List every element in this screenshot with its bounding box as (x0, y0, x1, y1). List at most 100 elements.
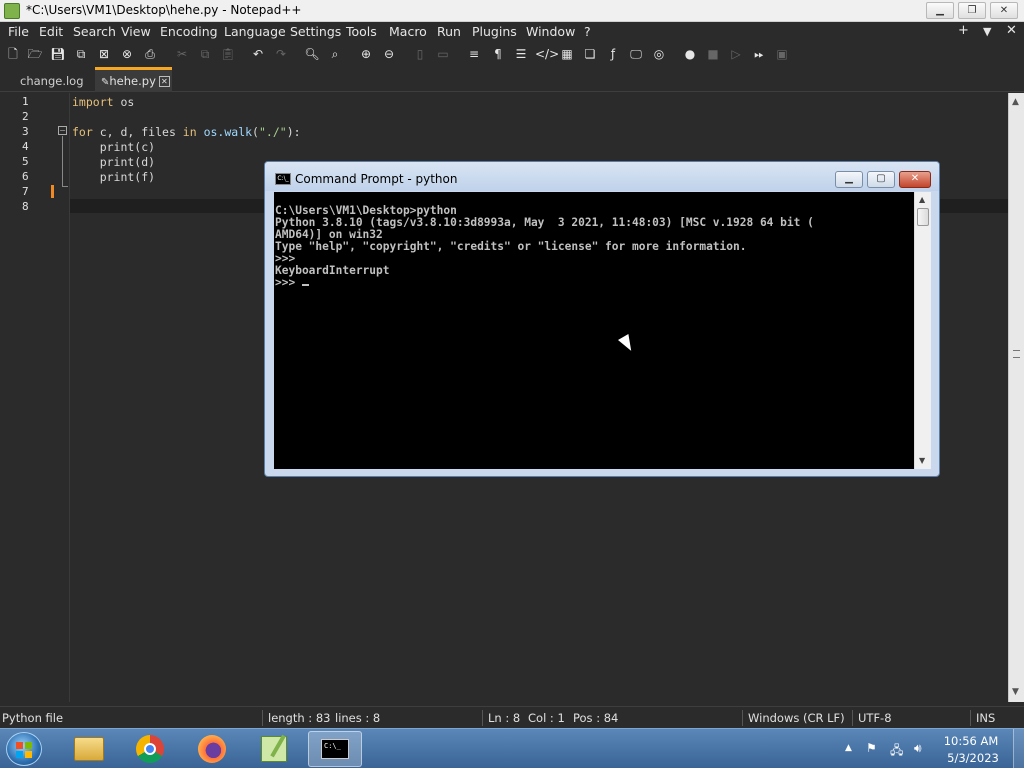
save-icon[interactable]: 💾︎ (49, 45, 67, 63)
menu-run[interactable]: Run (437, 24, 461, 39)
new-tab-button[interactable]: + (958, 23, 969, 38)
redo-icon[interactable]: ↷ (272, 45, 290, 63)
paste-icon[interactable]: 📋︎ (219, 45, 237, 63)
code-line: print(f) (72, 170, 156, 184)
new-file-icon[interactable]: 🗋 (4, 45, 22, 63)
menu-encoding[interactable]: Encoding (160, 24, 218, 39)
menu-plugins[interactable]: Plugins (472, 24, 517, 39)
code-line: for c, d, files in os.walk("./"): (72, 125, 301, 139)
tab-change-log[interactable]: change.log✕ (14, 70, 94, 109)
scroll-up-icon[interactable]: ▲ (919, 195, 925, 204)
save-all-icon[interactable]: ⧉ (72, 45, 90, 63)
indent-guide-icon[interactable]: ☰ (512, 45, 530, 63)
language-xml-icon[interactable]: </> (535, 45, 559, 63)
taskbar-firefox[interactable] (186, 731, 240, 767)
network-icon[interactable]: 🖧︎ (890, 741, 903, 762)
clock-date[interactable]: 5/3/2023 (938, 751, 1008, 765)
volume-icon[interactable]: 🔊︎ (914, 741, 922, 756)
zoom-in-icon[interactable]: ⊕ (357, 45, 375, 63)
print-icon[interactable]: ⎙ (141, 45, 159, 63)
menu-file[interactable]: File (8, 24, 29, 39)
taskbar-chrome[interactable] (124, 731, 178, 767)
replace-icon[interactable]: ⌕ (326, 45, 344, 63)
undo-icon[interactable]: ↶ (249, 45, 267, 63)
open-file-icon[interactable]: 🗁 (26, 45, 44, 63)
show-hidden-icons-icon[interactable]: ▲ (845, 743, 852, 753)
monitoring-icon[interactable]: ◎ (650, 45, 668, 63)
status-col: Col : 1 (528, 711, 565, 725)
find-icon[interactable]: 🔍︎ (303, 45, 321, 63)
taskbar-command-prompt[interactable]: C:\_ (308, 731, 362, 767)
command-prompt-title-bar[interactable]: C:\_ Command Prompt - python ▁ ▢ ✕ (265, 162, 939, 191)
playback-macro-icon[interactable]: ▷ (727, 45, 745, 63)
record-macro-icon[interactable]: ● (681, 45, 699, 63)
menu-language[interactable]: Language (224, 24, 286, 39)
run-macro-multiple-icon[interactable]: ⏩︎ (750, 45, 768, 63)
console-output[interactable]: C:\Users\VM1\Desktop>python Python 3.8.1… (274, 192, 914, 469)
menu-tools[interactable]: Tools (346, 24, 377, 39)
menu-edit[interactable]: Edit (39, 24, 63, 39)
windows-logo-icon (16, 742, 23, 749)
clock-time[interactable]: 10:56 AM (936, 734, 1006, 748)
cmd-maximize-button[interactable]: ▢ (867, 171, 895, 188)
tab-hehe-py[interactable]: ✎hehe.py ✕ (95, 67, 172, 92)
close-document-button[interactable]: ✕ (1006, 23, 1017, 38)
folder-as-workspace-icon[interactable]: 🖵︎ (627, 45, 645, 63)
line-number: 5 (22, 155, 29, 168)
action-center-flag-icon[interactable]: ⚑ (866, 741, 877, 755)
show-all-characters-icon[interactable]: ¶ (489, 45, 507, 63)
show-desktop-button[interactable] (1013, 729, 1024, 768)
document-map-icon[interactable]: ▦ (558, 45, 576, 63)
status-encoding: UTF-8 (858, 711, 892, 725)
menu-view[interactable]: View (121, 24, 151, 39)
change-history-marker (51, 185, 54, 198)
console-scrollbar[interactable]: ▲ ▼ (914, 192, 931, 469)
menu-help[interactable]: ? (584, 24, 591, 39)
cmd-minimize-button[interactable]: ▁ (835, 171, 863, 188)
start-button[interactable] (6, 732, 42, 766)
sync-vertical-icon[interactable]: ▯ (411, 45, 429, 63)
tab-close-icon[interactable]: ✕ (158, 76, 170, 87)
scroll-up-icon[interactable]: ▲ (1012, 97, 1019, 107)
menu-search[interactable]: Search (73, 24, 116, 39)
minimize-button[interactable]: ▁ (926, 2, 954, 19)
stop-recording-icon[interactable]: ■ (704, 45, 722, 63)
fold-toggle-icon[interactable]: − (58, 126, 67, 135)
scroll-thumb[interactable] (917, 208, 929, 226)
function-list-icon[interactable]: ƒ (604, 45, 622, 63)
taskbar-notepad-plus-plus[interactable] (248, 731, 302, 767)
document-list-icon[interactable]: ❏ (581, 45, 599, 63)
menu-settings[interactable]: Settings (290, 24, 341, 39)
editor-vertical-scrollbar[interactable]: ▲ ▼ (1008, 93, 1024, 702)
tab-list-button[interactable]: ▼ (983, 25, 991, 38)
cut-icon[interactable]: ✂ (173, 45, 191, 63)
cmd-close-button[interactable]: ✕ (899, 171, 931, 188)
line-number: 7 (22, 185, 29, 198)
scroll-down-icon[interactable]: ▼ (919, 456, 925, 465)
scroll-thumb[interactable] (1013, 350, 1020, 358)
code-line: import os (72, 95, 135, 109)
zoom-out-icon[interactable]: ⊖ (380, 45, 398, 63)
notepad-plus-plus-icon (4, 3, 20, 19)
taskbar-windows-explorer[interactable] (62, 731, 116, 767)
status-ln: Ln : 8 (488, 711, 521, 725)
close-icon[interactable]: ⊠ (95, 45, 113, 63)
menu-macro[interactable]: Macro (389, 24, 427, 39)
status-eol: Windows (CR LF) (748, 711, 845, 725)
line-number: 1 (22, 95, 29, 108)
close-all-icon[interactable]: ⊗ (118, 45, 136, 63)
scroll-down-icon[interactable]: ▼ (1012, 687, 1019, 697)
menu-bar: File Edit Search View Encoding Language … (0, 22, 1024, 42)
close-button[interactable]: ✕ (990, 2, 1018, 19)
command-prompt-window[interactable]: C:\_ Command Prompt - python ▁ ▢ ✕ C:\Us… (264, 161, 940, 477)
tab-bar: change.log✕ ✎hehe.py✕ (0, 66, 1024, 109)
fold-margin[interactable] (56, 93, 70, 702)
copy-icon[interactable]: ⧉ (196, 45, 214, 63)
restore-button[interactable]: ❐ (958, 2, 986, 19)
sync-horizontal-icon[interactable]: ▭ (434, 45, 452, 63)
save-macro-icon[interactable]: ▣ (773, 45, 791, 63)
word-wrap-icon[interactable]: ≡ (465, 45, 483, 63)
status-lines: lines : 8 (335, 711, 381, 725)
console-line: Type "help", "copyright", "credits" or "… (275, 240, 747, 253)
menu-window[interactable]: Window (526, 24, 575, 39)
